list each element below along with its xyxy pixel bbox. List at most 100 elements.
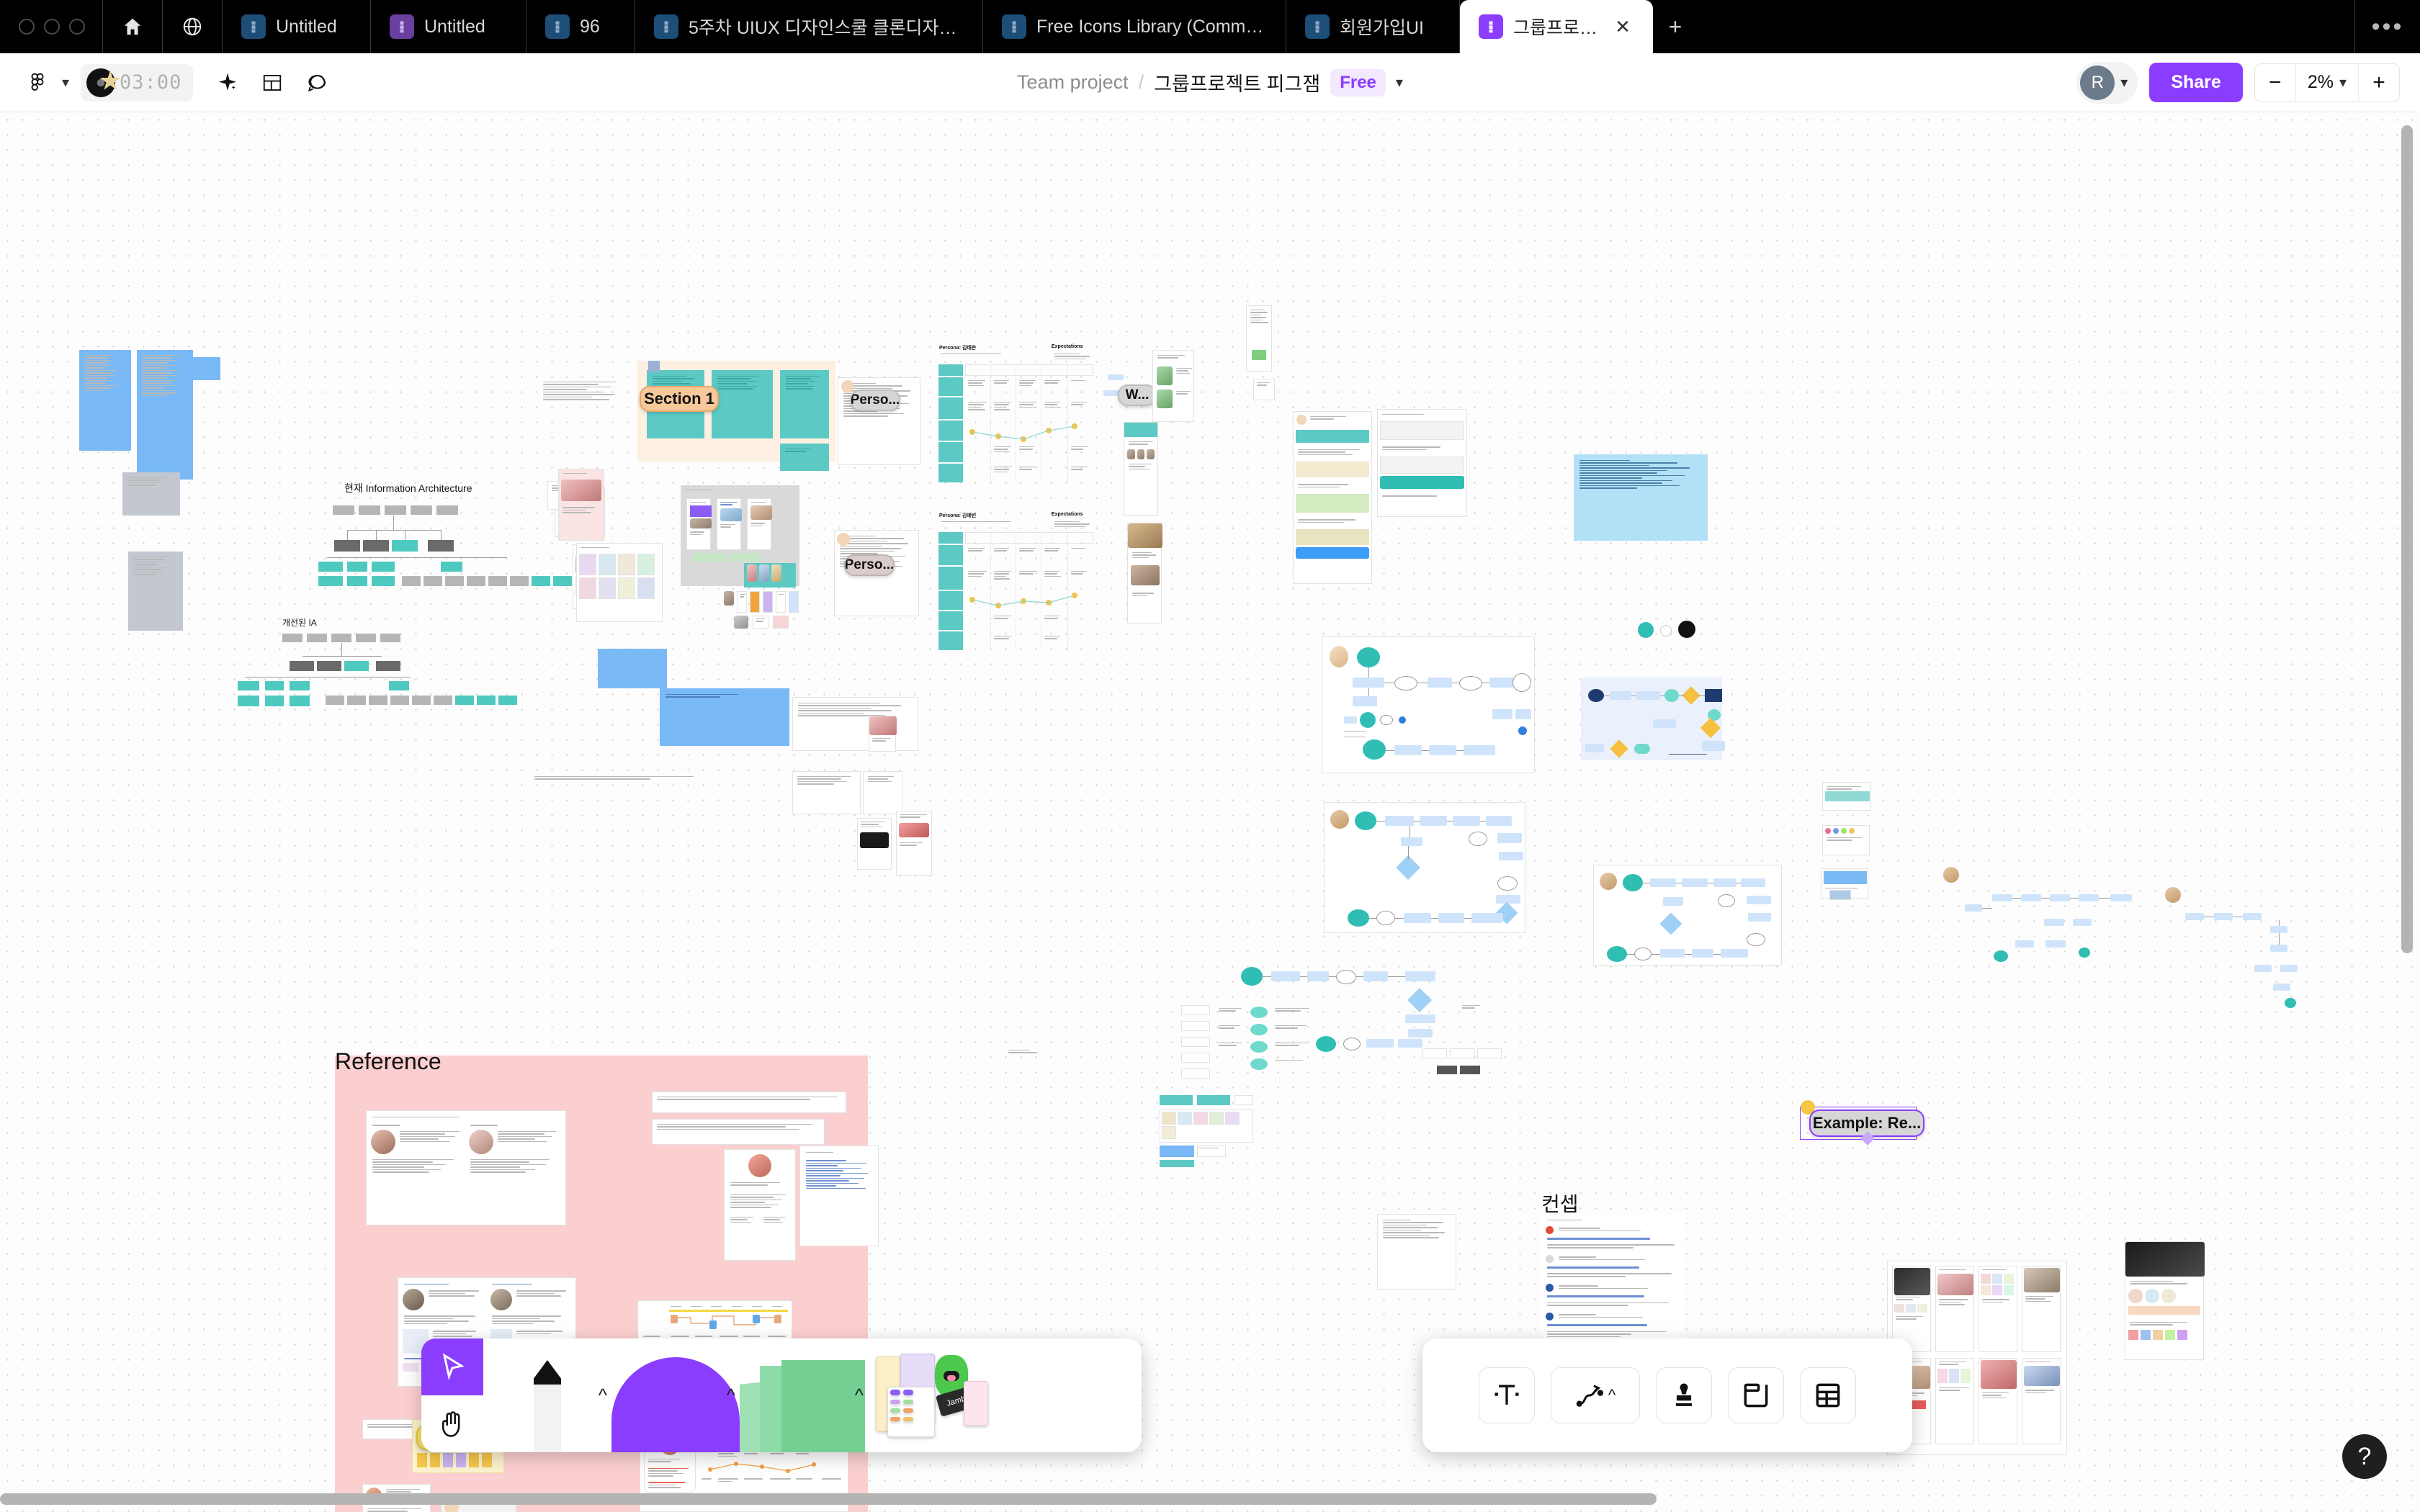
screen-thumb[interactable]	[1822, 825, 1870, 855]
shape-tool[interactable]: ^	[740, 1338, 868, 1452]
sticky-note-blue[interactable]	[137, 350, 193, 480]
screen-thumb[interactable]	[1822, 782, 1871, 811]
window-minimize-dot[interactable]	[44, 19, 60, 35]
top-left-mini-block[interactable]	[1252, 350, 1266, 360]
data-table-doc[interactable]	[652, 1092, 846, 1113]
cursor-tool[interactable]	[421, 1338, 483, 1395]
chevron-up-icon[interactable]: ^	[599, 1385, 607, 1407]
user-flow-board-2[interactable]	[1324, 802, 1525, 933]
top-left-doc-2[interactable]	[1253, 379, 1275, 400]
zoom-level-menu[interactable]: 2% ▾	[2295, 63, 2359, 102]
chevron-up-icon[interactable]: ^	[1608, 1386, 1615, 1405]
browser-tab-untitled-2[interactable]: Untitled	[371, 0, 526, 53]
browser-tab-96[interactable]: 96	[526, 0, 635, 53]
sticky-label-w[interactable]: W...	[1118, 384, 1157, 406]
teal-card[interactable]	[780, 444, 829, 471]
screenshot-thumb[interactable]	[896, 811, 932, 876]
journey-map-persona-1[interactable]: Persona: 김태은 Expectations	[936, 344, 1095, 488]
color-token-black[interactable]	[1678, 621, 1695, 638]
globe-icon[interactable]	[163, 0, 222, 53]
sparkle-icon[interactable]	[207, 63, 248, 103]
figma-logo-icon[interactable]	[17, 63, 58, 103]
sticky-label-persona-2[interactable]: Perso...	[844, 554, 895, 576]
text-doc[interactable]	[792, 697, 918, 751]
sticky-note-blue-small[interactable]	[186, 357, 220, 380]
browser-tab-untitled-1[interactable]: Untitled	[223, 0, 370, 53]
top-left-doc[interactable]	[1246, 305, 1272, 372]
food-app-mock[interactable]	[1293, 411, 1372, 584]
journey-map-persona-2[interactable]: Persona: 김예빈 Expectations	[936, 512, 1095, 656]
hand-tool[interactable]	[421, 1395, 483, 1452]
teal-swatch-row[interactable]	[1160, 1095, 1253, 1167]
window-maximize-dot[interactable]	[69, 19, 85, 35]
sticky-label-persona-1[interactable]: Perso...	[850, 390, 900, 411]
blue-note-large[interactable]	[598, 649, 667, 688]
section-tool[interactable]	[1728, 1367, 1784, 1423]
text-tool[interactable]	[1479, 1367, 1535, 1423]
canvas-flowjourney-board[interactable]	[1581, 678, 1725, 760]
table-doc[interactable]	[863, 771, 902, 814]
zoom-out-button[interactable]: −	[2255, 64, 2295, 102]
teal-card[interactable]	[780, 370, 829, 438]
wireframe-cluster-small[interactable]	[724, 591, 807, 631]
ui-doc-cluster[interactable]	[576, 543, 663, 622]
color-token-teal[interactable]	[1638, 622, 1654, 638]
browser-tab-figjam-active[interactable]: 그룹프로젝트 피그잼 ✕	[1460, 0, 1653, 53]
chevron-down-icon[interactable]: ▾	[2120, 73, 2128, 91]
persona-reference-doc[interactable]	[366, 1110, 566, 1225]
chevron-down-icon[interactable]: ▾	[62, 73, 69, 91]
data-table-doc[interactable]	[652, 1119, 825, 1145]
chevron-up-icon[interactable]: ^	[727, 1385, 735, 1407]
app-screenshot-mock[interactable]	[1127, 523, 1162, 624]
close-icon[interactable]: ✕	[1611, 15, 1634, 38]
h-scrollbar[interactable]	[0, 1493, 1657, 1505]
concept-notes-doc[interactable]	[1377, 1214, 1456, 1290]
research-summary-doc[interactable]	[799, 1146, 879, 1246]
note-flow-cluster[interactable]	[1181, 1005, 1318, 1092]
food-app-mock-right[interactable]	[1377, 409, 1467, 517]
share-button[interactable]: Share	[2149, 63, 2243, 102]
mobile-mock-pink[interactable]	[558, 469, 604, 541]
connector-tool[interactable]: ^	[1551, 1367, 1640, 1423]
sticky-note-tool[interactable]: ^	[611, 1338, 740, 1452]
blue-sticky-large[interactable]	[1574, 454, 1708, 541]
browser-tab-free-icons-library[interactable]: Free Icons Library (Community)	[983, 0, 1286, 53]
user-flow-board-1[interactable]	[1322, 636, 1535, 773]
v-scrollbar[interactable]	[2401, 125, 2413, 953]
stickers-widgets-tool[interactable]: Jambot	[868, 1338, 1012, 1452]
user-flow-board-6[interactable]	[2161, 883, 2341, 1041]
stamp-tool[interactable]	[1656, 1367, 1712, 1423]
breadcrumb-file-name[interactable]: 그룹프로젝트 피그잼	[1154, 68, 1320, 96]
zoom-in-button[interactable]: +	[2359, 64, 2399, 102]
avatar-menu[interactable]: R ▾	[2076, 61, 2138, 104]
ellipsis-icon[interactable]: •••	[2355, 0, 2420, 53]
browser-tab-signup-ui[interactable]: 회원가입UI	[1286, 0, 1459, 53]
screen-collage-right[interactable]	[1887, 1261, 2067, 1455]
sticky-note-blue[interactable]	[79, 350, 131, 451]
screenshot-thumb[interactable]	[869, 716, 897, 752]
pen-tool[interactable]: ^	[483, 1338, 611, 1452]
app-screenshot-mock[interactable]	[1152, 350, 1194, 422]
chevron-down-icon[interactable]: ▾	[1396, 73, 1403, 91]
sticky-blue-dot[interactable]	[648, 361, 660, 372]
help-button[interactable]: ?	[2342, 1434, 2387, 1479]
color-token-white[interactable]	[1660, 625, 1672, 636]
sticky-note-gray[interactable]	[128, 552, 183, 631]
plan-badge[interactable]: Free	[1330, 68, 1386, 96]
sticky-label-section1[interactable]: Section 1	[640, 386, 719, 412]
user-flow-board-4[interactable]	[1593, 865, 1782, 966]
table-tool[interactable]	[1800, 1367, 1856, 1423]
screenshot-thumb[interactable]	[857, 818, 892, 870]
app-screenshot-beauty[interactable]	[2125, 1241, 2205, 1360]
home-icon[interactable]	[103, 0, 162, 53]
blue-note-large[interactable]	[660, 688, 789, 746]
window-close-dot[interactable]	[19, 19, 35, 35]
table-doc[interactable]	[792, 771, 861, 814]
browser-tab-uiux-clone[interactable]: 5주차 UIUX 디자인스쿨 클론디자인_당근	[635, 0, 982, 53]
layout-grid-icon[interactable]	[252, 63, 292, 103]
mini-table[interactable]	[1422, 1048, 1502, 1077]
new-tab-button[interactable]: +	[1653, 0, 1698, 53]
teal-card[interactable]	[712, 370, 773, 438]
figjam-canvas[interactable]: 현재 Information Architecture 개선된 IA Secti…	[0, 112, 2420, 1512]
text-note[interactable]	[542, 380, 621, 423]
